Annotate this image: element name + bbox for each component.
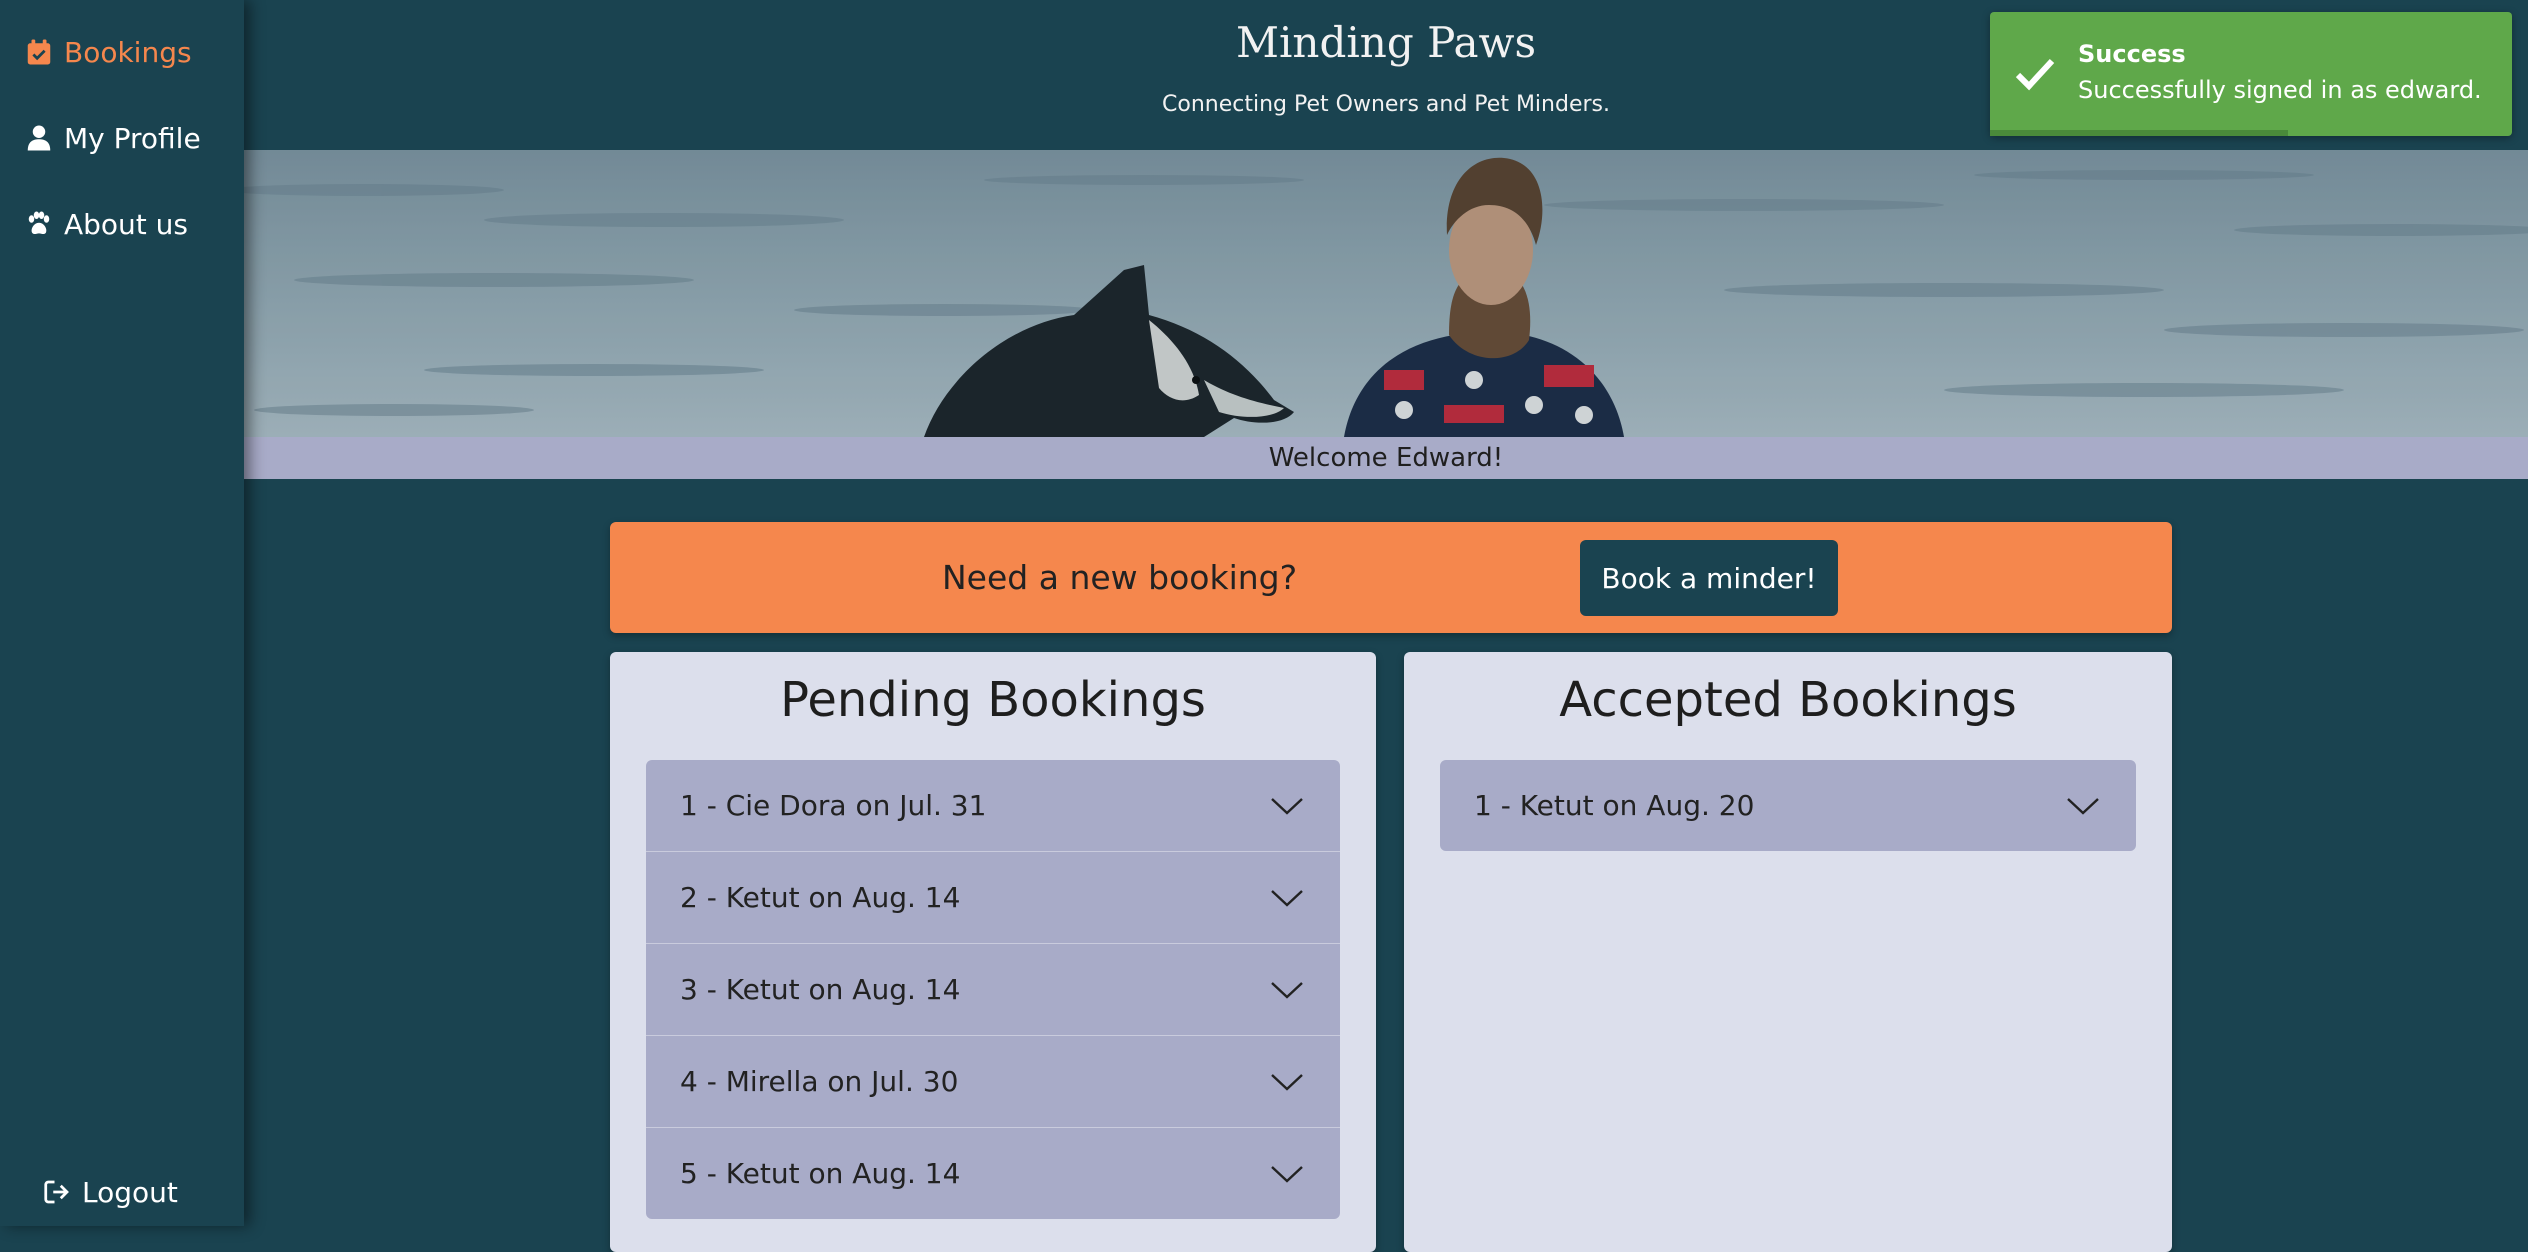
logout-label: Logout: [82, 1175, 178, 1209]
welcome-message: Welcome Edward!: [244, 437, 2528, 479]
toast-progress-fill: [1990, 130, 2288, 136]
chevron-down-icon: [2066, 796, 2100, 816]
pending-bookings-panel: Pending Bookings 1 - Cie Dora on Jul. 31…: [610, 652, 1376, 1252]
booking-item[interactable]: 4 - Mirella on Jul. 30: [646, 1036, 1340, 1128]
user-icon: [27, 125, 51, 151]
calendar-check-icon: [27, 39, 51, 65]
booking-item-label: 5 - Ketut on Aug. 14: [680, 1157, 961, 1190]
chevron-down-icon: [1270, 796, 1304, 816]
booking-item-label: 1 - Ketut on Aug. 20: [1474, 789, 1755, 822]
new-booking-banner: Need a new booking? Book a minder!: [610, 522, 2172, 633]
sidebar-item-about-us[interactable]: About us: [24, 198, 188, 250]
booking-item[interactable]: 3 - Ketut on Aug. 14: [646, 944, 1340, 1036]
toast-title: Success: [2078, 40, 2186, 68]
booking-item[interactable]: 1 - Ketut on Aug. 20: [1440, 760, 2136, 851]
accepted-bookings-title: Accepted Bookings: [1559, 672, 2017, 728]
paw-icon: [28, 211, 50, 235]
sidebar-item-label: About us: [64, 207, 189, 241]
booking-item[interactable]: 1 - Cie Dora on Jul. 31: [646, 760, 1340, 852]
accepted-bookings-panel: Accepted Bookings 1 - Ketut on Aug. 20: [1404, 652, 2172, 1252]
banner-text: Need a new booking?: [942, 558, 1298, 597]
sidebar-item-my-profile[interactable]: My Profile: [24, 112, 201, 164]
logout-button[interactable]: Logout: [42, 1166, 178, 1218]
sidebar-item-label: Bookings: [64, 35, 192, 69]
pending-bookings-title: Pending Bookings: [780, 672, 1206, 728]
chevron-down-icon: [1270, 888, 1304, 908]
booking-item[interactable]: 2 - Ketut on Aug. 14: [646, 852, 1340, 944]
sidebar: Bookings My Profile About us Logout: [0, 0, 244, 1226]
accepted-bookings-list: 1 - Ketut on Aug. 20: [1440, 760, 2136, 851]
booking-item[interactable]: 5 - Ketut on Aug. 14: [646, 1128, 1340, 1219]
chevron-down-icon: [1270, 980, 1304, 1000]
sign-out-icon: [44, 1180, 69, 1204]
chevron-down-icon: [1270, 1164, 1304, 1184]
booking-item-label: 1 - Cie Dora on Jul. 31: [680, 789, 987, 822]
toast-message: Successfully signed in as edward.: [2078, 76, 2482, 104]
sidebar-item-label: My Profile: [64, 121, 201, 155]
sidebar-item-bookings[interactable]: Bookings: [24, 26, 192, 78]
booking-item-label: 4 - Mirella on Jul. 30: [680, 1065, 959, 1098]
booking-item-label: 2 - Ketut on Aug. 14: [680, 881, 961, 914]
toast-progress-bar: [1990, 130, 2512, 136]
book-minder-button[interactable]: Book a minder!: [1580, 540, 1838, 616]
chevron-down-icon: [1270, 1072, 1304, 1092]
hero-image: [244, 150, 2528, 437]
checkmark-icon: [2015, 58, 2055, 91]
pending-bookings-list: 1 - Cie Dora on Jul. 31 2 - Ketut on Aug…: [646, 760, 1340, 1219]
booking-item-label: 3 - Ketut on Aug. 14: [680, 973, 961, 1006]
success-toast[interactable]: Success Successfully signed in as edward…: [1990, 12, 2512, 136]
